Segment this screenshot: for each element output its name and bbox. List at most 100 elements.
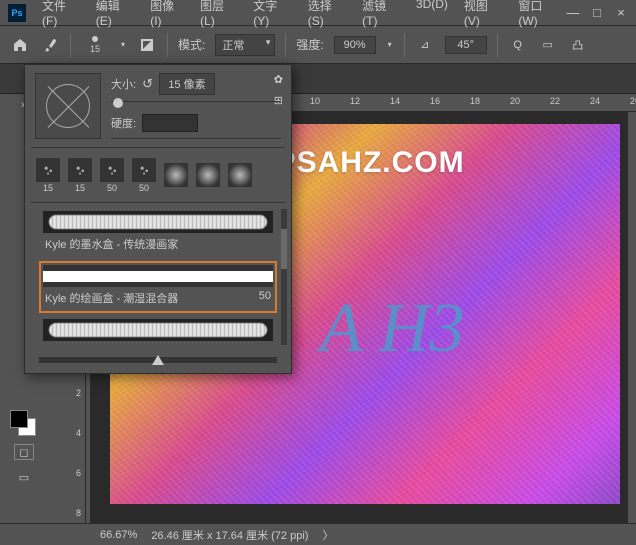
brush-preset-panel: ✿ ⊞ 大小: ↺ 15 像素 硬度: 15155050 Kyle 的墨水盒 -… [24, 64, 292, 374]
brush-stroke-item[interactable]: Kyle 的墨水盒 - 传统漫画家 [39, 207, 277, 259]
brush-presets-row: 15 15 50 50 [25, 148, 291, 202]
strength-input[interactable]: 90% [334, 36, 376, 54]
menu-layer[interactable]: 图层(L) [194, 0, 243, 30]
stroke-preview [43, 265, 273, 287]
color-swatches[interactable] [8, 408, 36, 436]
hardness-label: 硬度: [111, 115, 136, 131]
info-arrow-icon[interactable]: 〉 [322, 527, 333, 543]
gear-icon[interactable]: ✿ [274, 73, 283, 86]
ruler-tick: 6 [76, 468, 81, 478]
brush-angle-preview[interactable] [35, 73, 101, 139]
close-button[interactable]: × [614, 5, 628, 20]
preset-number: 15 [43, 183, 53, 193]
menu-type[interactable]: 文字(Y) [247, 0, 297, 30]
size-label: 大小: [111, 76, 136, 92]
brush-preset-item[interactable] [193, 156, 223, 194]
brush-preset-item[interactable]: 15 [65, 156, 95, 194]
angle-icon: ⊿ [415, 35, 435, 55]
mode-dropdown[interactable]: 正常 [215, 34, 275, 56]
chevron-down-icon[interactable]: ▾ [119, 40, 127, 49]
menu-view[interactable]: 视图(V) [458, 0, 508, 30]
menu-filter[interactable]: 滤镜(T) [356, 0, 406, 30]
preset-thumb [196, 163, 220, 187]
size-input[interactable]: 15 像素 [159, 73, 215, 95]
menu-image[interactable]: 图像(I) [144, 0, 190, 30]
preset-thumb [68, 158, 92, 182]
maximize-button[interactable]: □ [590, 5, 604, 20]
brush-size-label: 15 [90, 44, 100, 54]
stroke-preview [43, 319, 273, 341]
preset-thumb [132, 158, 156, 182]
angle-circle-icon [46, 84, 90, 128]
brush-stroke-item[interactable] [39, 315, 277, 345]
mode-label: 模式: [178, 36, 205, 53]
quickmask-button[interactable]: ◻ [14, 444, 34, 460]
preset-thumb [164, 163, 188, 187]
brush-preset-picker[interactable]: 15 [81, 31, 109, 59]
stroke-label: Kyle 的墨水盒 - 传统漫画家 [43, 233, 273, 255]
menubar: 文件(F) 编辑(E) 图像(I) 图层(L) 文字(Y) 选择(S) 滤镜(T… [36, 0, 566, 30]
ruler-tick: 8 [76, 508, 81, 518]
ruler-tick: 4 [76, 428, 81, 438]
stroke-label: Kyle 的绘画盒 - 潮湿混合器50 [43, 287, 273, 309]
share-icon[interactable]: 凸 [568, 35, 588, 55]
menu-3d[interactable]: 3D(D) [410, 0, 454, 30]
screenmode-button[interactable]: ▭ [12, 466, 36, 488]
brush-stroke-item[interactable]: Kyle 的绘画盒 - 潮湿混合器50 [39, 261, 277, 313]
hardness-input[interactable] [142, 114, 198, 132]
preset-number: 50 [107, 183, 117, 193]
brush-preset-item[interactable]: 15 [33, 156, 63, 194]
thumbnail-size-slider-area [25, 351, 291, 373]
strength-label: 强度: [296, 36, 323, 53]
foreground-color-swatch[interactable] [10, 410, 28, 428]
brush-preset-item[interactable]: 50 [97, 156, 127, 194]
brush-preset-item[interactable]: 50 [129, 156, 159, 194]
options-bar: 15 ▾ 模式: 正常 强度: 90% ▾ ⊿ 45° Q ▭ 凸 [0, 26, 636, 64]
size-slider[interactable] [111, 101, 281, 102]
zoom-level[interactable]: 66.67% [100, 529, 137, 541]
app-logo: Ps [8, 4, 26, 22]
separator [70, 33, 71, 57]
menu-window[interactable]: 窗口(W) [512, 0, 566, 30]
preset-thumb [36, 158, 60, 182]
document-info[interactable]: 26.46 厘米 x 17.64 厘米 (72 ppi) [151, 527, 308, 543]
brush-settings-icon[interactable] [137, 35, 157, 55]
ruler-tick: 20 [510, 96, 520, 106]
ruler-tick: 10 [310, 96, 320, 106]
ruler-tick: 2 [76, 388, 81, 398]
separator [497, 33, 498, 57]
ruler-tick: 24 [590, 96, 600, 106]
statusbar: 66.67% 26.46 厘米 x 17.64 厘米 (72 ppi) 〉 [0, 523, 636, 545]
brush-icon[interactable] [40, 35, 60, 55]
ruler-tick: 14 [390, 96, 400, 106]
minimize-button[interactable]: — [566, 5, 580, 20]
scrollbar-thumb[interactable] [281, 229, 287, 269]
ruler-tick: 12 [350, 96, 360, 106]
menu-edit[interactable]: 编辑(E) [90, 0, 140, 30]
ruler-tick: 18 [470, 96, 480, 106]
ruler-tick: 26 [630, 96, 636, 106]
thumbnail-size-slider[interactable] [39, 357, 277, 363]
ruler-tick: 22 [550, 96, 560, 106]
slider-thumb[interactable] [152, 355, 164, 365]
angle-input[interactable]: 45° [445, 36, 487, 54]
home-icon[interactable] [10, 35, 30, 55]
separator [167, 33, 168, 57]
brush-preset-item[interactable] [161, 156, 191, 194]
preset-thumb [100, 158, 124, 182]
hardness-slider[interactable] [111, 138, 281, 139]
brush-dot-icon [92, 36, 98, 42]
scrollbar[interactable] [281, 209, 287, 345]
stroke-preview [43, 211, 273, 233]
titlebar: Ps 文件(F) 编辑(E) 图像(I) 图层(L) 文字(Y) 选择(S) 滤… [0, 0, 636, 26]
frame-icon[interactable]: ▭ [538, 35, 558, 55]
brush-preset-item[interactable] [225, 156, 255, 194]
menu-select[interactable]: 选择(S) [302, 0, 352, 30]
window-controls: — □ × [566, 5, 628, 20]
slider-thumb[interactable] [113, 98, 123, 108]
chevron-down-icon[interactable]: ▾ [386, 40, 394, 49]
search-icon[interactable]: Q [508, 35, 528, 55]
menu-file[interactable]: 文件(F) [36, 0, 86, 30]
brush-strokes-list: Kyle 的墨水盒 - 传统漫画家 Kyle 的绘画盒 - 潮湿混合器50 [25, 203, 291, 351]
reset-icon[interactable]: ↺ [142, 76, 153, 92]
